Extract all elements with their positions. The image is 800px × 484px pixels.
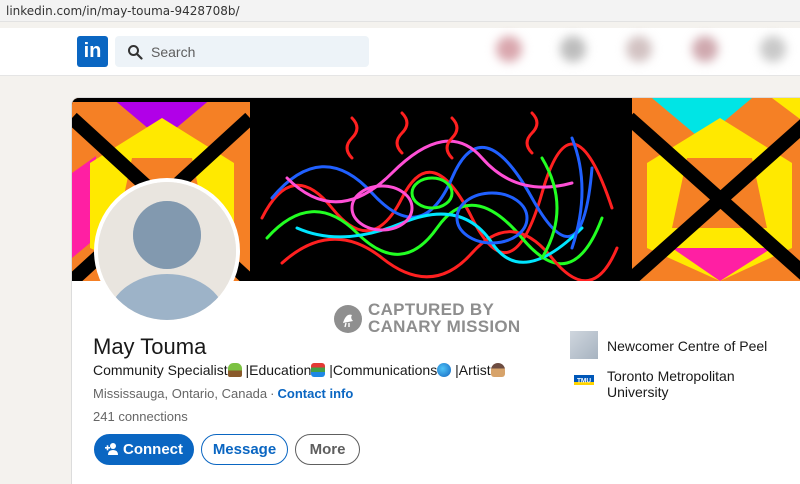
location-separator: · xyxy=(270,386,275,401)
connections-count[interactable]: 241 connections xyxy=(93,409,188,424)
company-logo xyxy=(570,331,598,359)
add-person-icon xyxy=(105,443,118,455)
connections-number: 241 xyxy=(93,409,115,424)
globe-emoji-icon xyxy=(437,363,452,377)
search-placeholder: Search xyxy=(151,44,196,60)
more-button[interactable]: More xyxy=(295,434,360,465)
profile-location-line: Mississauga, Ontario, Canada · Contact inf… xyxy=(93,386,353,401)
canary-mission-watermark: CAPTURED BY CANARY MISSION xyxy=(334,301,534,337)
top-nav: in Search xyxy=(0,28,800,76)
contact-info-link[interactable]: Contact info xyxy=(278,386,354,401)
search-icon xyxy=(128,45,143,60)
connect-label: Connect xyxy=(123,441,183,458)
connections-label: connections xyxy=(114,409,188,424)
search-input[interactable]: Search xyxy=(115,36,369,67)
profile-avatar[interactable] xyxy=(94,178,240,324)
headline-part-4: |Artist xyxy=(451,362,491,378)
headline-part-3: |Communications xyxy=(325,362,438,378)
headline-part-1: Community Specialist xyxy=(93,362,228,378)
org-name: Toronto Metropolitan University xyxy=(607,368,735,400)
profile-name: May Touma xyxy=(93,334,207,359)
person-silhouette-icon xyxy=(98,182,236,320)
location-text: Mississauga, Ontario, Canada xyxy=(93,386,268,401)
blurred-nav-icons xyxy=(478,28,800,75)
seedling-emoji-icon xyxy=(227,363,242,377)
watermark-line-1: CAPTURED BY xyxy=(368,300,495,319)
school-logo-text: TMU xyxy=(577,378,591,385)
school-logo: TMU xyxy=(570,374,598,386)
url-text[interactable]: linkedin.com/in/may-touma-9428708b/ xyxy=(6,4,240,18)
browser-url-bar[interactable]: linkedin.com/in/may-touma-9428708b/ xyxy=(0,0,800,22)
profile-headline: Community Specialist |Education |Communi… xyxy=(93,362,505,378)
profile-card: CAPTURED BY CANARY MISSION May Touma Com… xyxy=(71,97,800,484)
avatar-placeholder xyxy=(98,182,236,320)
canary-bird-icon xyxy=(334,305,362,333)
connect-button[interactable]: Connect xyxy=(94,434,194,465)
message-button[interactable]: Message xyxy=(201,434,288,465)
watermark-text: CAPTURED BY CANARY MISSION xyxy=(368,301,521,335)
books-emoji-icon xyxy=(311,363,326,377)
org-name: Newcomer Centre of Peel xyxy=(607,338,768,354)
artist-emoji-icon xyxy=(490,363,505,377)
headline-part-2: |Education xyxy=(241,362,312,378)
watermark-line-2: CANARY MISSION xyxy=(368,317,521,336)
linkedin-logo[interactable]: in xyxy=(77,36,108,67)
